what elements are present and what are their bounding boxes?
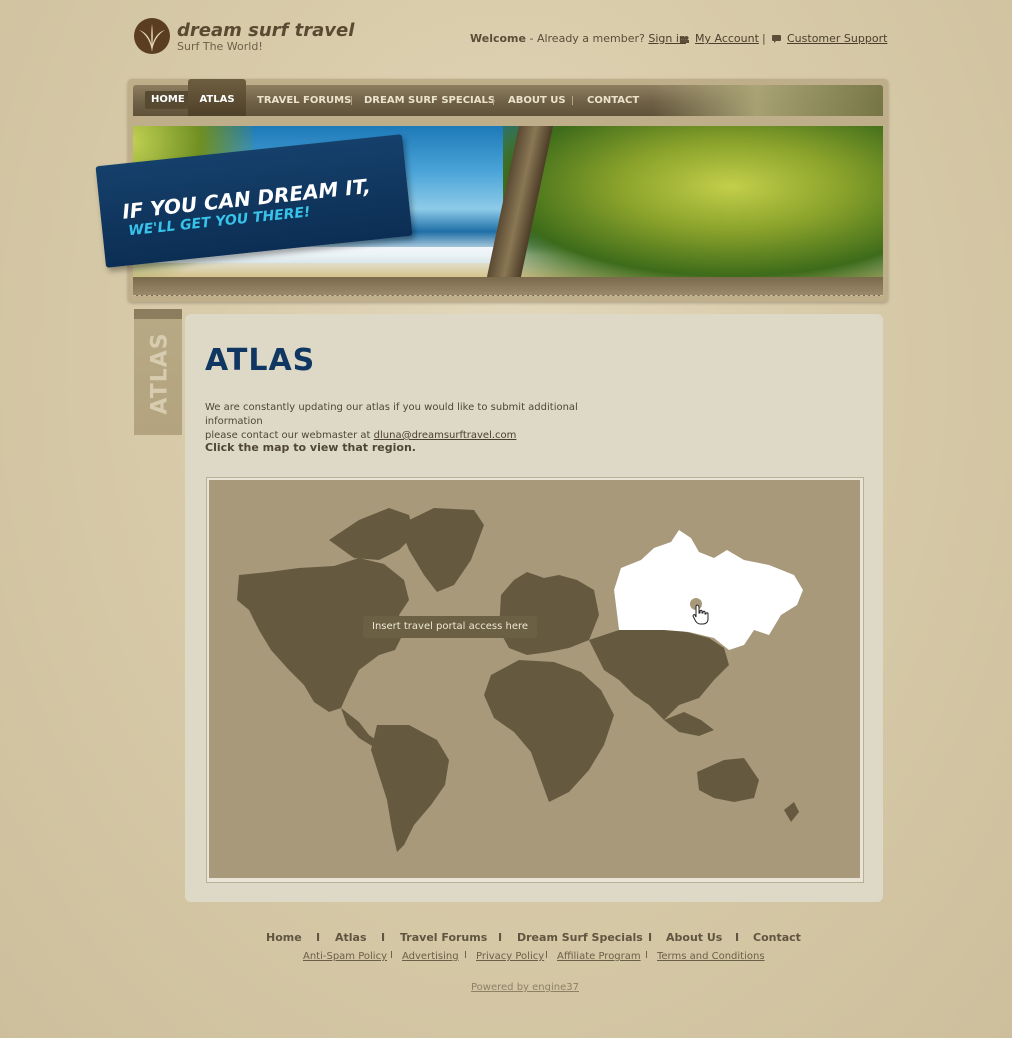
side-tab-label: ATLAS <box>147 332 173 415</box>
page-title: ATLAS <box>205 343 316 378</box>
palm-logo-icon <box>134 18 170 54</box>
footer-nav-separator: I <box>735 931 740 944</box>
footer-nav-about-us[interactable]: About Us <box>666 931 722 944</box>
nav-separator <box>572 96 573 105</box>
map-region-arctic-islands <box>329 508 414 560</box>
nav-dream-surf-specials[interactable]: DREAM SURF SPECIALS <box>364 85 495 116</box>
already-member-text: - Already a member? <box>525 32 649 45</box>
world-map[interactable] <box>209 480 860 878</box>
nav-travel-forums[interactable]: TRAVEL FORUMS <box>257 85 351 116</box>
footer-nav-travel-forums[interactable]: Travel Forums <box>400 931 487 944</box>
nav-about-us[interactable]: ABOUT US <box>508 85 566 116</box>
world-map-svg <box>237 508 803 852</box>
footer-link-separator: I <box>545 950 548 961</box>
footer-link-anti-spam[interactable]: Anti-Spam Policy <box>303 951 387 962</box>
powered-by-link[interactable]: Powered by engine37 <box>471 982 579 993</box>
brand-tagline: Surf The World! <box>177 40 263 53</box>
map-region-central-america <box>341 708 379 746</box>
footer-link-separator: I <box>464 950 467 961</box>
map-region-greenland <box>399 508 484 592</box>
nav-atlas[interactable]: ATLAS <box>188 79 246 116</box>
nav-atlas-label: ATLAS <box>199 94 235 105</box>
footer-link-affiliate[interactable]: Affiliate Program <box>557 951 641 962</box>
description-line1: We are constantly updating our atlas if … <box>205 402 578 427</box>
palm-leaves-decoration <box>653 85 883 116</box>
map-region-south-america <box>371 725 449 852</box>
map-tooltip: Insert travel portal access here <box>363 616 538 638</box>
footer-nav-separator: I <box>316 931 321 944</box>
footer-link-advertising[interactable]: Advertising <box>402 951 459 962</box>
customer-support-link[interactable]: Customer Support <box>787 32 887 45</box>
footer-link-privacy[interactable]: Privacy Policy <box>476 951 544 962</box>
palm-fronds-right <box>503 126 883 277</box>
footer-nav-home[interactable]: Home <box>266 931 302 944</box>
support-group: Customer Support <box>772 32 887 45</box>
map-instruction: Click the map to view that region. <box>205 441 416 454</box>
my-account-group: My Account <box>680 32 759 45</box>
footer-nav-separator: I <box>381 931 386 944</box>
footer-nav-dream-surf-specials[interactable]: Dream Surf Specials <box>517 931 643 944</box>
chat-bubble-icon <box>772 35 781 43</box>
nav-separator <box>351 96 352 105</box>
map-region-australia <box>697 758 759 802</box>
footer-nav-atlas[interactable]: Atlas <box>335 931 367 944</box>
webmaster-email-link[interactable]: dluna@dreamsurftravel.com <box>374 430 517 441</box>
map-region-europe <box>499 572 599 655</box>
footer-nav-contact[interactable]: Contact <box>753 931 801 944</box>
footer-nav-separator: I <box>498 931 503 944</box>
account-icon <box>680 36 689 43</box>
header-bottom-strip <box>133 277 883 296</box>
nav-home[interactable]: HOME <box>145 91 191 109</box>
footer-nav-separator: I <box>648 931 653 944</box>
top-links: Welcome - Already a member? Sign in My A… <box>470 32 887 45</box>
page-description: We are constantly updating our atlas if … <box>205 401 635 443</box>
footer-link-separator: I <box>645 950 648 961</box>
footer-link-separator: I <box>390 950 393 961</box>
description-line2: please contact our webmaster at <box>205 430 374 441</box>
top-links-separator: | <box>762 32 766 45</box>
nav-separator <box>493 96 494 105</box>
brand-name: dream surf travel <box>177 20 355 41</box>
footer-link-terms[interactable]: Terms and Conditions <box>657 951 765 962</box>
map-region-new-zealand <box>784 802 799 822</box>
side-tab: ATLAS <box>134 309 182 435</box>
nav-contact[interactable]: CONTACT <box>587 85 639 116</box>
map-region-southeast-asia <box>664 712 714 736</box>
logo[interactable]: dream surf travel Surf The World! <box>134 18 384 58</box>
my-account-link[interactable]: My Account <box>695 32 759 45</box>
map-region-africa <box>484 660 614 802</box>
welcome-text: Welcome <box>470 32 526 45</box>
